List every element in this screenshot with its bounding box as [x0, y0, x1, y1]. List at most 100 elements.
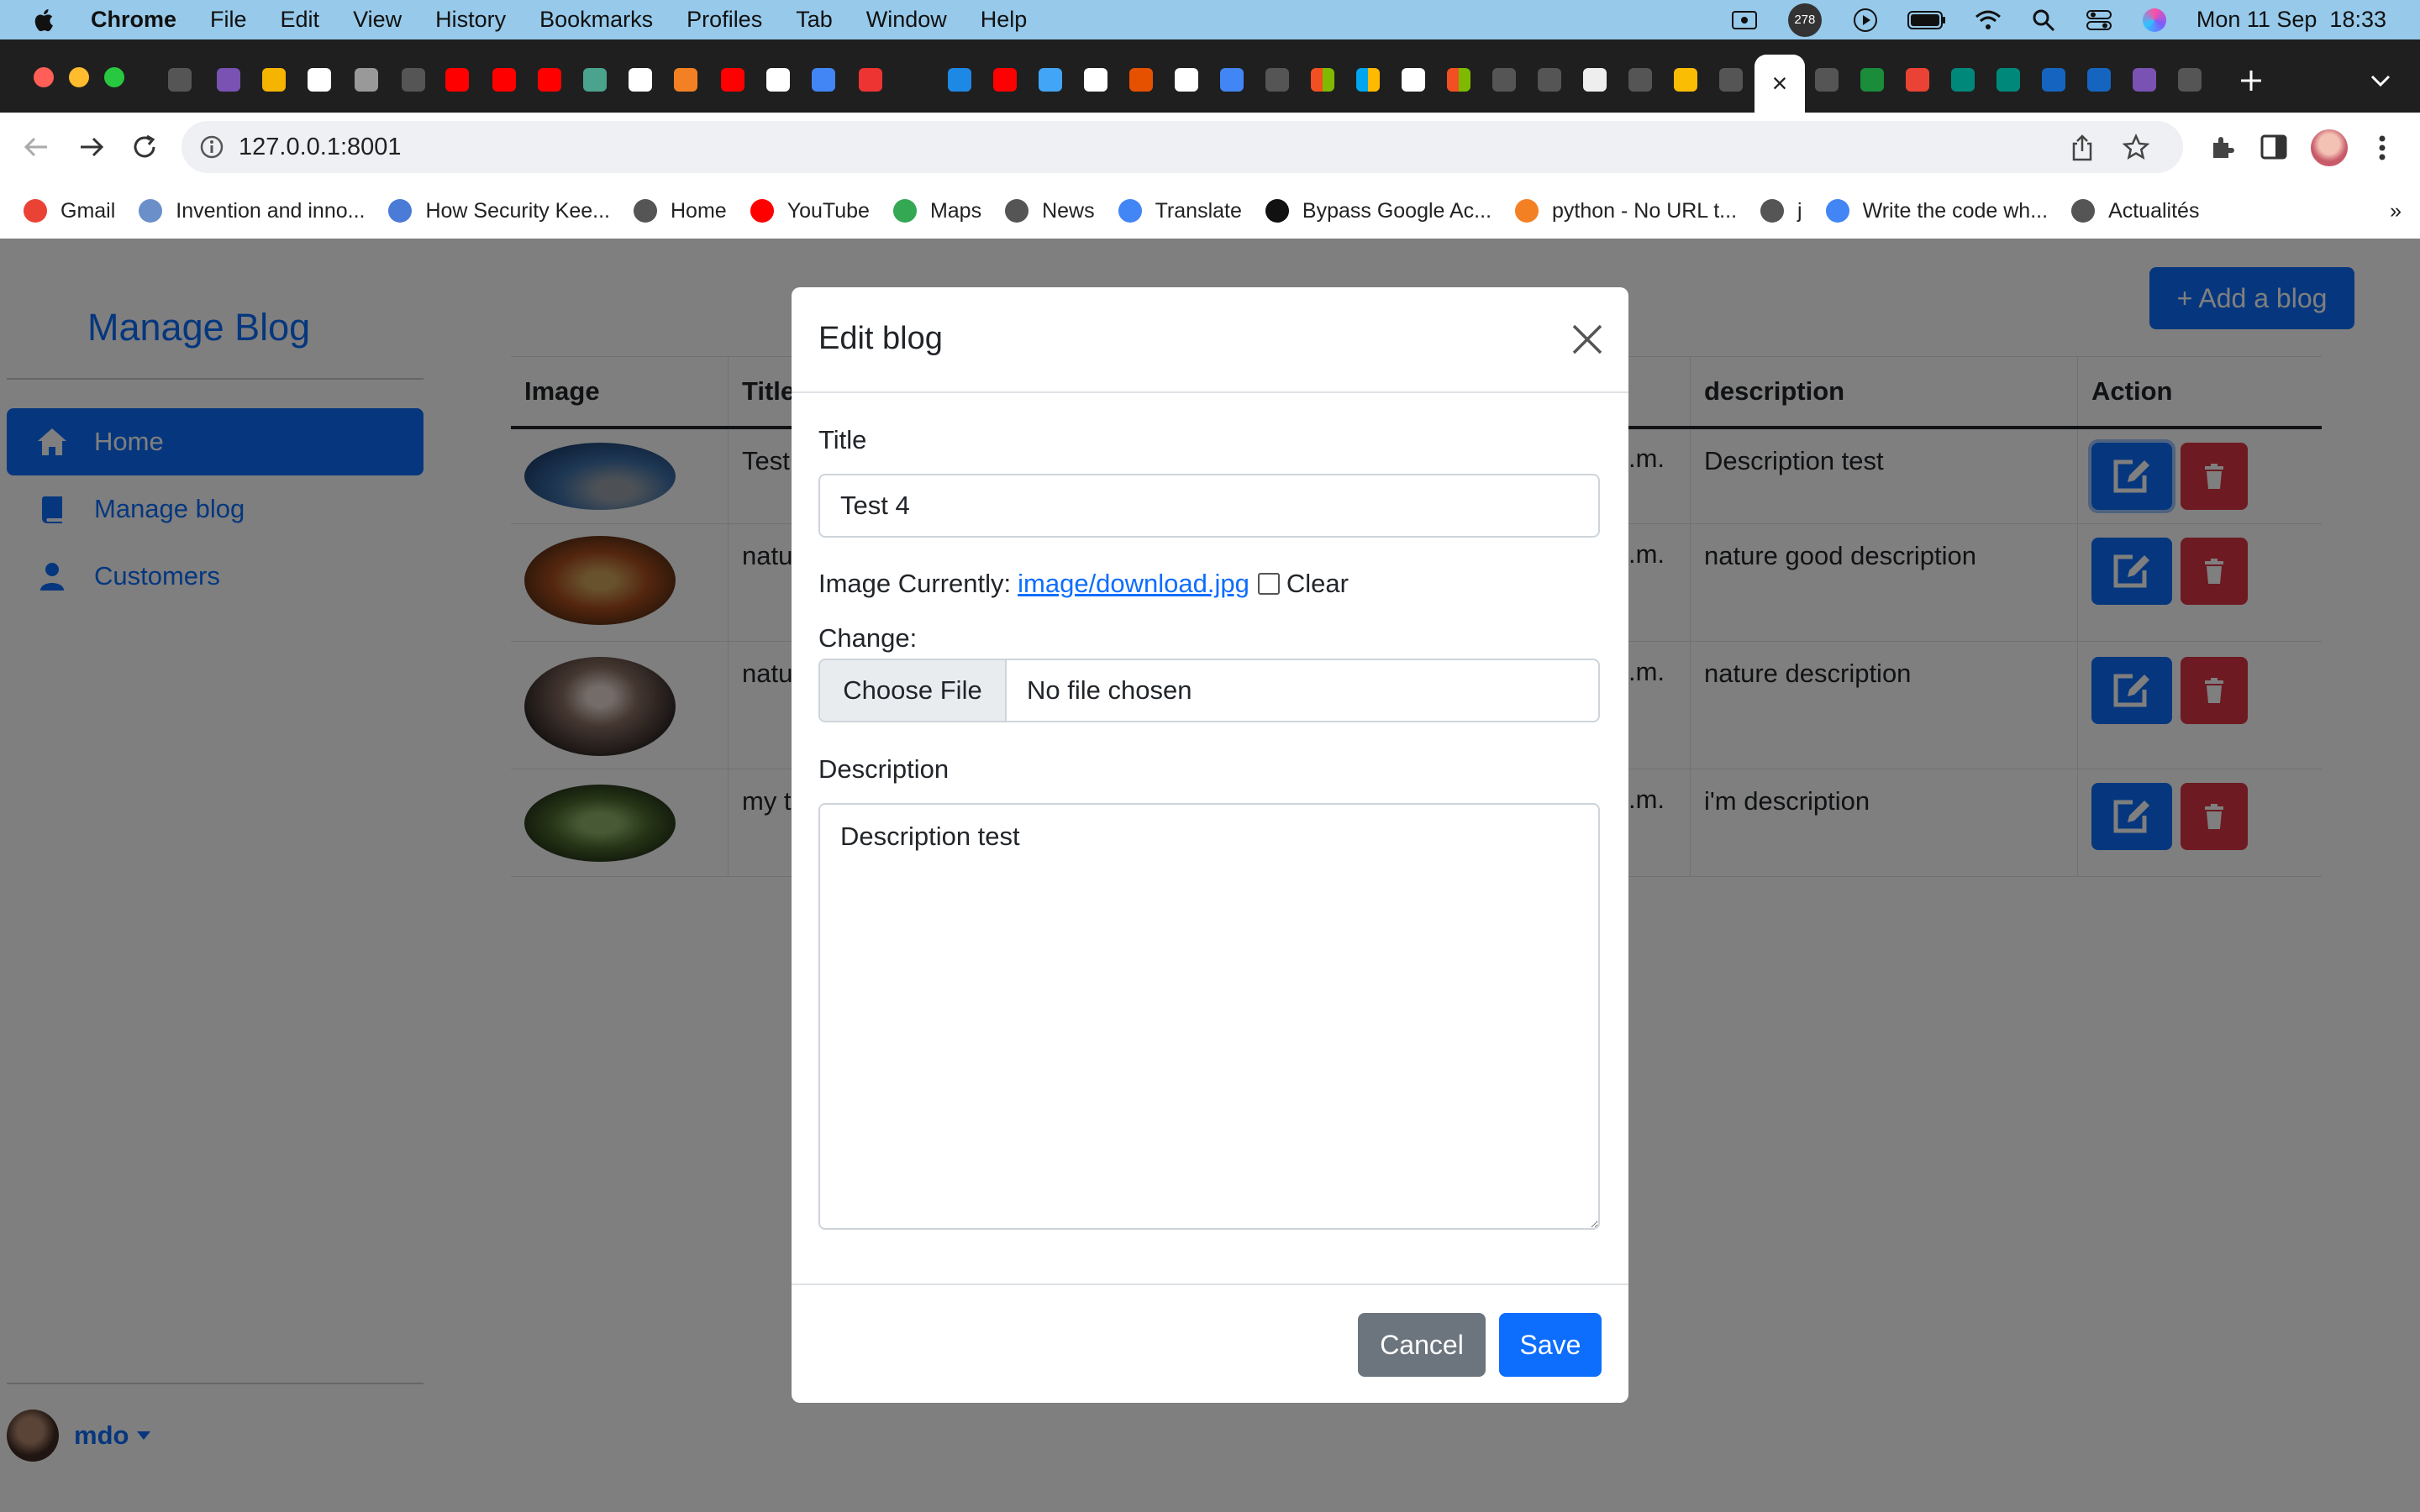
- battery-icon[interactable]: [1907, 8, 1946, 33]
- address-bar[interactable]: 127.0.0.1:8001: [182, 121, 2183, 173]
- tab-youtube-icon[interactable]: [993, 68, 1017, 92]
- bookmark-item[interactable]: Maps: [892, 199, 981, 223]
- tab-stackoverflow-icon[interactable]: [674, 68, 697, 92]
- tab-youtube-icon[interactable]: [492, 68, 516, 92]
- profile-avatar[interactable]: [2311, 129, 2348, 166]
- bookmark-item[interactable]: Actualités: [2071, 199, 2199, 223]
- tab-google-icon[interactable]: [1084, 68, 1107, 92]
- save-button[interactable]: Save: [1499, 1313, 1602, 1377]
- reload-icon[interactable]: [131, 134, 158, 160]
- tab-favicon-icon[interactable]: [948, 68, 971, 92]
- tab-meet-icon[interactable]: [1951, 68, 1975, 92]
- forward-arrow-icon[interactable]: [77, 134, 106, 160]
- control-center-icon[interactable]: [2086, 8, 2112, 33]
- current-image-link[interactable]: image/download.jpg: [1018, 569, 1249, 599]
- bookmarks-overflow-icon[interactable]: »: [2390, 199, 2402, 223]
- apple-icon[interactable]: [30, 6, 59, 34]
- menu-tab[interactable]: Tab: [796, 7, 833, 33]
- tab-globe-icon[interactable]: [1719, 68, 1743, 92]
- tab-github-icon[interactable]: [1175, 68, 1198, 92]
- clear-checkbox[interactable]: [1257, 573, 1280, 595]
- siri-icon[interactable]: [2141, 8, 2168, 33]
- tab-microsoft-icon[interactable]: [1311, 68, 1334, 92]
- spotlight-search-icon[interactable]: [2030, 8, 2057, 33]
- tab-favicon-icon[interactable]: [583, 68, 607, 92]
- menu-view[interactable]: View: [353, 7, 402, 33]
- share-icon[interactable]: [2070, 134, 2094, 161]
- tab-google-icon[interactable]: [1402, 68, 1425, 92]
- tab-github-icon[interactable]: [629, 68, 652, 92]
- close-icon[interactable]: [1569, 321, 1606, 358]
- tab-database-icon[interactable]: [355, 68, 378, 92]
- bookmark-star-icon[interactable]: [2123, 134, 2149, 160]
- tab-bootstrap-icon[interactable]: [217, 68, 240, 92]
- wifi-icon[interactable]: [1975, 8, 2002, 33]
- bookmark-item[interactable]: YouTube: [750, 199, 870, 223]
- tab-favicon-icon[interactable]: [859, 68, 882, 92]
- bookmark-item[interactable]: j: [1760, 199, 1802, 223]
- tab-favicon-icon[interactable]: [262, 68, 286, 92]
- tab-flag-icon[interactable]: [2042, 68, 2065, 92]
- tab-globe-icon[interactable]: [1265, 68, 1289, 92]
- title-input[interactable]: [818, 474, 1600, 538]
- tab-youtube-icon[interactable]: [721, 68, 744, 92]
- menu-chrome[interactable]: Chrome: [91, 7, 176, 33]
- bookmark-item[interactable]: Home: [634, 199, 727, 223]
- tab-gmail-icon[interactable]: [1906, 68, 1929, 92]
- tab-globe-icon[interactable]: [402, 68, 425, 92]
- info-icon[interactable]: [200, 135, 224, 159]
- file-input[interactable]: Choose File No file chosen: [818, 659, 1600, 722]
- tab-docs-icon[interactable]: [812, 68, 835, 92]
- extensions-icon[interactable]: [2208, 134, 2235, 161]
- menu-file[interactable]: File: [210, 7, 247, 33]
- menu-edit[interactable]: Edit: [281, 7, 320, 33]
- tab-search-chevron-icon[interactable]: [2370, 73, 2391, 88]
- tab-flag-icon[interactable]: [2087, 68, 2111, 92]
- tab-microsoft-icon[interactable]: [1447, 68, 1470, 92]
- choose-file-button[interactable]: Choose File: [820, 660, 1007, 721]
- tab-flutter-icon[interactable]: [1039, 68, 1062, 92]
- menu-history[interactable]: History: [435, 7, 506, 33]
- bookmark-item[interactable]: Bypass Google Ac...: [1265, 199, 1491, 223]
- tab-github-icon[interactable]: [766, 68, 790, 92]
- bookmark-item[interactable]: News: [1005, 199, 1095, 223]
- bookmark-item[interactable]: How Security Kee...: [388, 199, 610, 223]
- play-icon[interactable]: [1852, 8, 1879, 33]
- tab-docs-icon[interactable]: [1220, 68, 1244, 92]
- bookmark-item[interactable]: Invention and inno...: [139, 199, 365, 223]
- description-textarea[interactable]: Description test: [818, 803, 1600, 1230]
- tab-globe-icon[interactable]: [1538, 68, 1561, 92]
- notification-badge-icon[interactable]: 278: [1786, 3, 1823, 37]
- tab-globe-icon[interactable]: [1628, 68, 1652, 92]
- tab-globe-icon[interactable]: [168, 68, 192, 92]
- tab-drive-icon[interactable]: [1674, 68, 1697, 92]
- tab-favicon-icon[interactable]: [1129, 68, 1153, 92]
- tab-bootstrap-icon[interactable]: [2133, 68, 2156, 92]
- tab-close-icon[interactable]: ×: [1772, 68, 1788, 99]
- tab-microsoft-icon[interactable]: [1356, 68, 1380, 92]
- tab-globe-icon[interactable]: [1815, 68, 1839, 92]
- window-close-button[interactable]: [34, 67, 54, 87]
- tab-google-icon[interactable]: [308, 68, 331, 92]
- tab-favicon-icon[interactable]: [1583, 68, 1607, 92]
- tab-meet-icon[interactable]: [1996, 68, 2020, 92]
- chrome-menu-icon[interactable]: [2378, 134, 2386, 161]
- menu-help[interactable]: Help: [981, 7, 1028, 33]
- back-arrow-icon[interactable]: [22, 134, 50, 160]
- tab-youtube-icon[interactable]: [538, 68, 561, 92]
- window-zoom-button[interactable]: [104, 67, 124, 87]
- menu-profiles[interactable]: Profiles: [687, 7, 762, 33]
- bookmark-item[interactable]: Translate: [1118, 199, 1242, 223]
- menu-bookmarks[interactable]: Bookmarks: [539, 7, 653, 33]
- active-tab[interactable]: ×: [1754, 55, 1805, 113]
- screen-record-icon[interactable]: [1731, 8, 1758, 33]
- tab-youtube-icon[interactable]: [445, 68, 469, 92]
- bookmark-item[interactable]: Gmail: [24, 199, 115, 223]
- cancel-button[interactable]: Cancel: [1358, 1313, 1486, 1377]
- bookmark-item[interactable]: python - No URL t...: [1515, 199, 1737, 223]
- new-tab-icon[interactable]: [2238, 68, 2264, 93]
- tab-globe-icon[interactable]: [2178, 68, 2202, 92]
- bookmark-item[interactable]: Write the code wh...: [1825, 199, 2048, 223]
- menu-window[interactable]: Window: [866, 7, 947, 33]
- tab-globe-icon[interactable]: [1492, 68, 1516, 92]
